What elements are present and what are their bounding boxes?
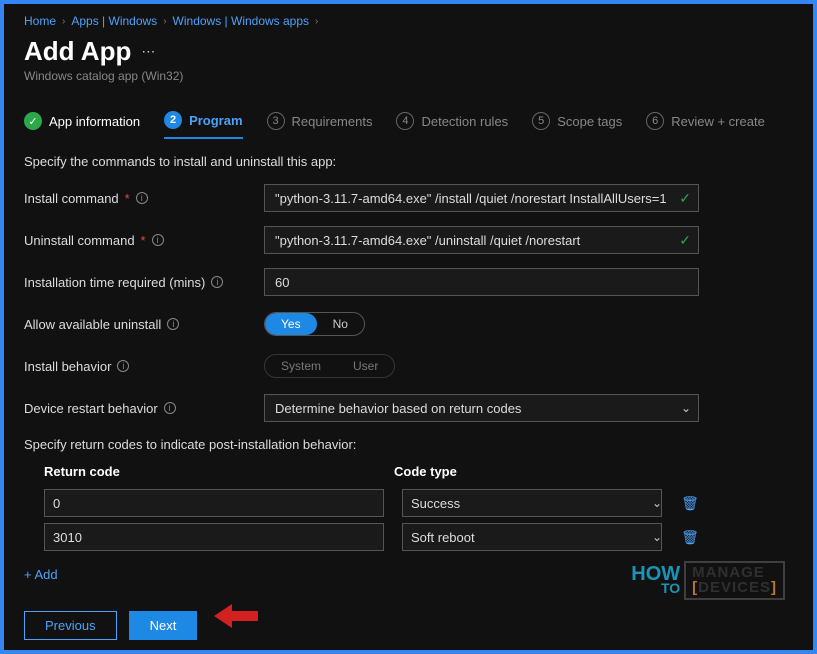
install-command-input[interactable] bbox=[264, 184, 699, 212]
add-return-code-link[interactable]: + Add bbox=[24, 567, 58, 582]
restart-behavior-select[interactable] bbox=[264, 394, 699, 422]
toggle-no[interactable]: No bbox=[317, 313, 364, 335]
return-code-input[interactable] bbox=[44, 523, 384, 551]
section-intro: Specify the commands to install and unin… bbox=[24, 154, 793, 169]
return-code-input[interactable] bbox=[44, 489, 384, 517]
page-title: Add App bbox=[24, 36, 131, 67]
toggle-user: User bbox=[337, 355, 394, 377]
more-icon[interactable]: ⋯ bbox=[141, 43, 156, 60]
step-number-icon: 4 bbox=[396, 112, 414, 130]
chevron-right-icon: › bbox=[62, 16, 65, 27]
info-icon[interactable]: i bbox=[167, 318, 179, 330]
table-row: ⌄ 🗑 bbox=[44, 489, 704, 517]
step-number-icon: 5 bbox=[532, 112, 550, 130]
step-label: Review + create bbox=[671, 114, 765, 129]
step-program[interactable]: 2 Program bbox=[164, 111, 242, 139]
page-subtitle: Windows catalog app (Win32) bbox=[24, 69, 793, 83]
arrow-left-icon bbox=[214, 601, 258, 638]
toggle-yes[interactable]: Yes bbox=[265, 313, 317, 335]
breadcrumb-apps[interactable]: Apps | Windows bbox=[71, 14, 157, 28]
step-label: Scope tags bbox=[557, 114, 622, 129]
uninstall-command-input[interactable] bbox=[264, 226, 699, 254]
next-button[interactable]: Next bbox=[129, 611, 198, 640]
step-requirements[interactable]: 3 Requirements bbox=[267, 112, 373, 138]
allow-uninstall-label: Allow available uninstall i bbox=[24, 317, 264, 332]
wizard-steps: ✓ App information 2 Program 3 Requiremen… bbox=[24, 111, 793, 140]
chevron-right-icon: › bbox=[163, 16, 166, 27]
info-icon[interactable]: i bbox=[152, 234, 164, 246]
check-icon: ✓ bbox=[24, 112, 42, 130]
step-number-icon: 6 bbox=[646, 112, 664, 130]
step-label: Requirements bbox=[292, 114, 373, 129]
chevron-right-icon: › bbox=[315, 16, 318, 27]
trash-icon[interactable]: 🗑 bbox=[680, 495, 700, 512]
step-label: Detection rules bbox=[421, 114, 508, 129]
step-review-create[interactable]: 6 Review + create bbox=[646, 112, 765, 138]
info-icon[interactable]: i bbox=[136, 192, 148, 204]
table-row: ⌄ 🗑 bbox=[44, 523, 704, 551]
return-codes-intro: Specify return codes to indicate post-in… bbox=[24, 437, 793, 452]
uninstall-command-label: Uninstall command * i bbox=[24, 233, 264, 248]
info-icon[interactable]: i bbox=[164, 402, 176, 414]
install-time-input[interactable] bbox=[264, 268, 699, 296]
info-icon[interactable]: i bbox=[211, 276, 223, 288]
breadcrumb: Home › Apps | Windows › Windows | Window… bbox=[24, 14, 793, 28]
install-behavior-label: Install behavior i bbox=[24, 359, 264, 374]
breadcrumb-home[interactable]: Home bbox=[24, 14, 56, 28]
install-behavior-toggle: System User bbox=[264, 354, 395, 378]
step-label: Program bbox=[189, 113, 242, 128]
toggle-system: System bbox=[265, 355, 337, 377]
required-icon: * bbox=[141, 233, 146, 248]
install-command-label: Install command * i bbox=[24, 191, 264, 206]
restart-behavior-label: Device restart behavior i bbox=[24, 401, 264, 416]
step-app-information[interactable]: ✓ App information bbox=[24, 112, 140, 138]
required-icon: * bbox=[125, 191, 130, 206]
code-type-select[interactable] bbox=[402, 489, 662, 517]
install-time-label: Installation time required (mins) i bbox=[24, 275, 264, 290]
allow-uninstall-toggle[interactable]: Yes No bbox=[264, 312, 365, 336]
step-number-icon: 2 bbox=[164, 111, 182, 129]
trash-icon[interactable]: 🗑 bbox=[680, 529, 700, 546]
code-type-select[interactable] bbox=[402, 523, 662, 551]
return-code-header: Return code bbox=[44, 464, 394, 479]
step-label: App information bbox=[49, 114, 140, 129]
breadcrumb-windows-apps[interactable]: Windows | Windows apps bbox=[173, 14, 310, 28]
previous-button[interactable]: Previous bbox=[24, 611, 117, 640]
step-scope-tags[interactable]: 5 Scope tags bbox=[532, 112, 622, 138]
return-codes-table: Return code Code type ⌄ 🗑 ⌄ 🗑 bbox=[44, 464, 704, 551]
info-icon[interactable]: i bbox=[117, 360, 129, 372]
step-number-icon: 3 bbox=[267, 112, 285, 130]
step-detection-rules[interactable]: 4 Detection rules bbox=[396, 112, 508, 138]
code-type-header: Code type bbox=[394, 464, 664, 479]
